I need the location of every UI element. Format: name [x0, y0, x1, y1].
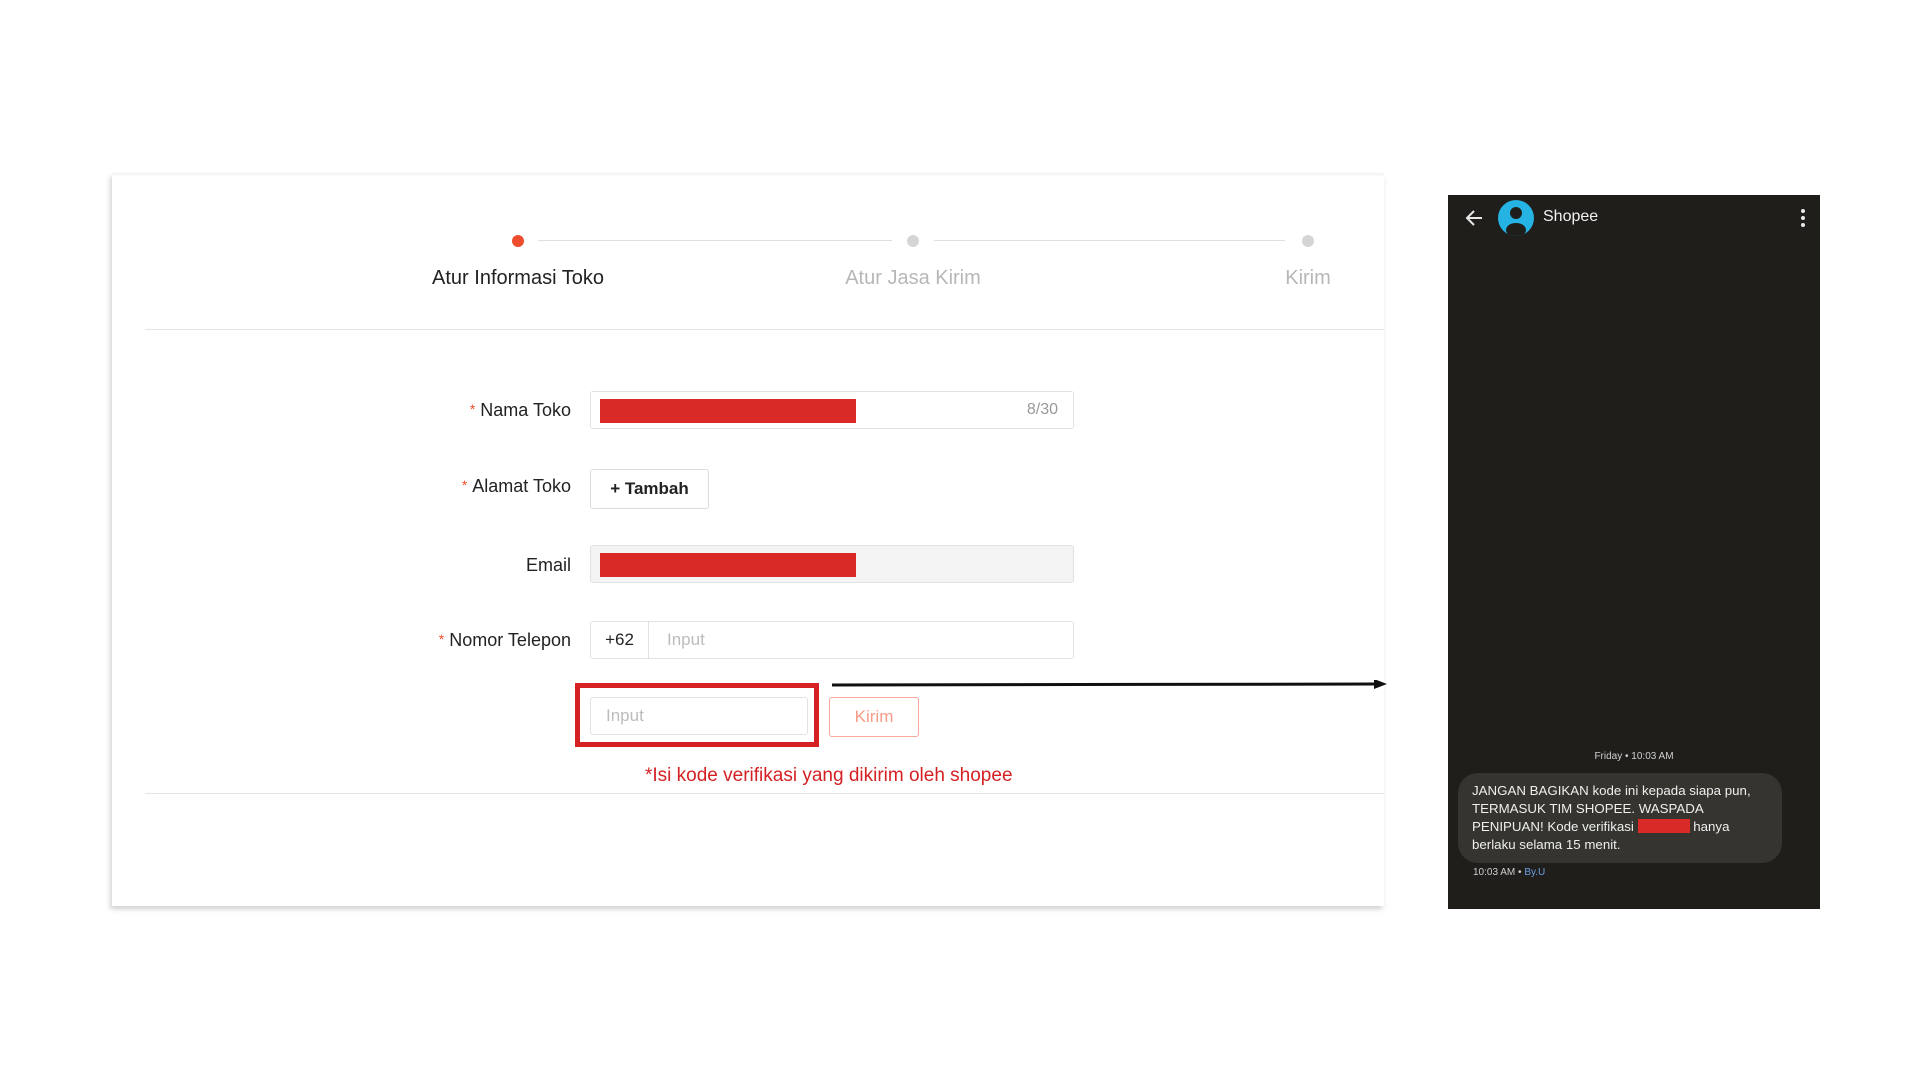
stepper-divider — [145, 329, 1384, 330]
panel-top-shade — [112, 173, 1384, 177]
step-dot-1 — [512, 235, 524, 247]
shop-name-input[interactable]: 8/30 — [590, 391, 1074, 429]
phone-country-code: +62 — [591, 622, 649, 658]
email-label: Email — [525, 555, 571, 575]
step-dot-2 — [907, 235, 919, 247]
step-connector-2 — [934, 240, 1285, 241]
form-bottom-divider — [145, 793, 1384, 794]
email-field — [590, 545, 1074, 583]
char-counter: 8/30 — [1026, 401, 1058, 418]
sms-message-bubble[interactable]: JANGAN BAGIKAN kode ini kepada siapa pun… — [1458, 773, 1782, 863]
phone-sms-screen: Shopee Friday • 10:03 AM JANGAN BAGIKAN … — [1448, 195, 1820, 909]
required-mark: * — [461, 477, 468, 493]
back-arrow-icon[interactable] — [1464, 208, 1484, 228]
phone-input-placeholder[interactable]: Input — [667, 630, 705, 650]
required-mark: * — [438, 631, 445, 647]
redacted-verification-code — [1637, 819, 1690, 833]
stepper: Atur Informasi Toko Atur Jasa Kirim Kiri… — [112, 173, 1384, 333]
message-time: 10:03 AM — [1473, 867, 1516, 878]
step-label-submit[interactable]: Kirim — [1285, 267, 1331, 290]
step-dot-3 — [1302, 235, 1314, 247]
meta-separator: • — [1518, 867, 1522, 878]
shop-name-label: * Nama Toko — [469, 400, 571, 420]
contact-avatar-icon — [1498, 200, 1534, 236]
step-label-shop-info[interactable]: Atur Informasi Toko — [432, 267, 604, 290]
otp-instruction-note: *Isi kode verifikasi yang dikirim oleh s… — [645, 765, 1013, 786]
phone-label: * Nomor Telepon — [438, 630, 571, 650]
step-label-shipping[interactable]: Atur Jasa Kirim — [845, 267, 981, 290]
step-connector-1 — [538, 240, 892, 241]
redacted-email — [600, 553, 856, 577]
add-address-button[interactable]: + Tambah — [590, 469, 709, 509]
message-meta: 10:03 AM • By.U — [1473, 867, 1545, 878]
required-mark: * — [469, 401, 476, 417]
shop-address-label: * Alamat Toko — [461, 476, 571, 496]
otp-input[interactable]: Input — [590, 697, 808, 735]
arrow-icon — [832, 680, 1387, 689]
carrier-label: By.U — [1524, 867, 1546, 878]
send-code-button[interactable]: Kirim — [829, 697, 919, 737]
otp-input-placeholder: Input — [606, 706, 644, 725]
redacted-shop-name — [600, 399, 856, 423]
phone-field[interactable]: +62 Input — [590, 621, 1074, 659]
message-day-time: Friday • 10:03 AM — [1594, 751, 1674, 762]
sms-app-bar: Shopee — [1448, 195, 1820, 241]
seller-registration-panel: Atur Informasi Toko Atur Jasa Kirim Kiri… — [112, 173, 1384, 906]
contact-name: Shopee — [1543, 208, 1599, 225]
more-options-icon[interactable] — [1800, 208, 1806, 228]
